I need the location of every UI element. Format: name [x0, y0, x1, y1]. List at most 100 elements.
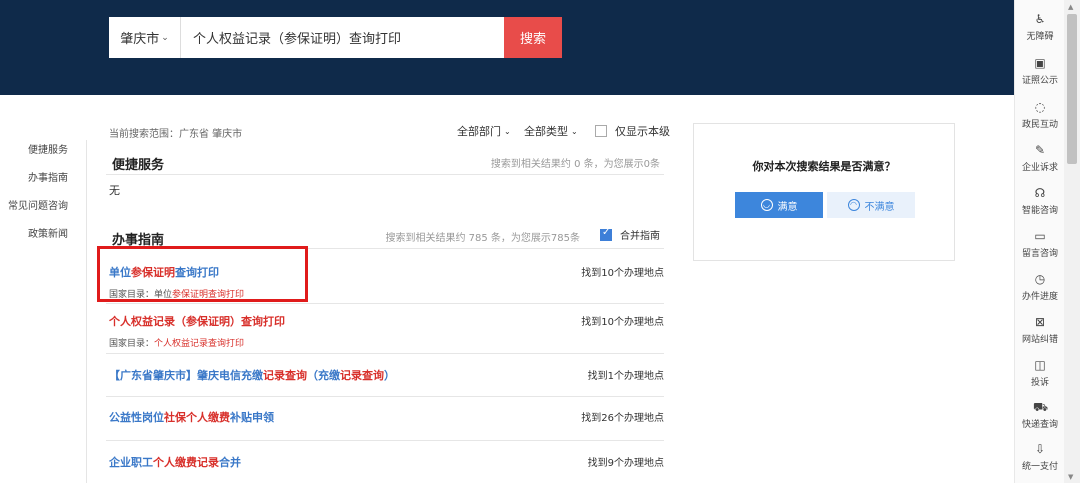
headset-icon: ☊ — [1034, 186, 1046, 200]
right-rail: ♿ 无障碍 ▣ 证照公示 ◌ 政民互动 ✎ 企业诉求 ☊ 智能咨询 ▭ 留言咨询 ◷ 办件进度… — [1014, 0, 1064, 483]
scrollbar[interactable]: ▲ ▼ — [1064, 0, 1080, 483]
catalog-highlight: 个人权益记录查询打印 — [154, 339, 245, 349]
result-title-highlight: 个人权益记录（参保证明）查询打印 — [109, 315, 285, 328]
local-only-checkbox[interactable] — [595, 125, 607, 137]
convenience-section-title: 便捷服务 — [112, 158, 165, 173]
convenience-result-count: 搜索到相关结果约 0 条，为您展示0条 — [490, 159, 660, 170]
rail-label: 网站纠错 — [1021, 335, 1058, 345]
chevron-down-icon: ⌄ — [571, 126, 578, 136]
merge-guide-checkbox[interactable] — [600, 227, 612, 241]
department-filter[interactable]: 全部部门 ⌄ — [457, 123, 511, 139]
left-nav-item-policy-news[interactable]: 政策新闻 — [0, 227, 84, 255]
guide-result-count: 搜索到相关结果约 785 条，为您展示785条 — [385, 233, 580, 244]
left-nav: 便捷服务 办事指南 常见问题咨询 政策新闻 — [0, 143, 84, 255]
rail-item-interaction[interactable]: ◌ 政民互动 — [1015, 100, 1065, 144]
rail-label: 办件进度 — [1021, 292, 1058, 302]
rail-label: 快递查询 — [1021, 420, 1058, 430]
satisfied-button[interactable]: ◡ 满意 — [735, 192, 823, 218]
pen-icon: ✎ — [1034, 143, 1046, 157]
divider — [106, 440, 664, 441]
result-locations[interactable]: 找到26个办理地点 — [581, 409, 664, 424]
unsatisfied-button[interactable]: ◠ 不满意 — [827, 192, 915, 218]
result-title[interactable]: 企业职工个人缴费记录合并 — [109, 454, 664, 470]
result-title-part: 公益性岗位 — [109, 411, 164, 424]
result-title-part: （充缴 — [307, 369, 340, 382]
result-title-highlight: 社保个人缴费 — [164, 411, 230, 424]
search-button[interactable]: 搜索 — [504, 17, 562, 58]
smile-icon: ◡ — [760, 199, 773, 211]
result-title-part: 【广东省肇庆市】肇庆电信充缴 — [109, 369, 263, 382]
scrollbar-thumb[interactable] — [1067, 14, 1077, 164]
city-selector[interactable]: 肇庆市 ⌄ — [109, 17, 181, 58]
rail-item-express[interactable]: ⛟ 快递查询 — [1015, 400, 1065, 444]
truck-icon: ⛟ — [1033, 400, 1049, 414]
left-divider — [86, 140, 87, 483]
result-title-highlight: 记录查询 — [263, 369, 307, 382]
left-nav-item-faq[interactable]: 常见问题咨询 — [0, 199, 84, 227]
department-filter-label: 全部部门 — [457, 125, 501, 138]
left-nav-item-guide[interactable]: 办事指南 — [0, 171, 84, 199]
rail-item-payment[interactable]: ⇩ 统一支付 — [1015, 442, 1065, 483]
result-locations[interactable]: 找到9个办理地点 — [588, 454, 664, 469]
result-title-part: 企业职工 — [109, 456, 153, 469]
result-title-highlight: 记录查询 — [340, 369, 384, 382]
result-title-part: 补贴申领 — [230, 411, 274, 424]
rail-label: 统一支付 — [1021, 462, 1058, 472]
divider — [106, 353, 664, 354]
local-only-toggle[interactable]: 仅显示本级 — [595, 123, 670, 139]
search-input[interactable] — [181, 18, 504, 57]
rail-item-message-consult[interactable]: ▭ 留言咨询 — [1015, 229, 1065, 273]
rail-label: 无障碍 — [1026, 32, 1054, 42]
rail-item-progress[interactable]: ◷ 办件进度 — [1015, 272, 1065, 316]
header-bar: 肇庆市 ⌄ 搜索 — [0, 0, 1014, 95]
rail-item-certificates[interactable]: ▣ 证照公示 — [1015, 56, 1065, 100]
error-report-icon: ⊠ — [1034, 315, 1046, 329]
frown-icon: ◠ — [847, 199, 860, 211]
rail-label: 智能咨询 — [1021, 206, 1058, 216]
result-locations[interactable]: 找到1个办理地点 — [588, 367, 664, 382]
divider — [106, 303, 664, 304]
divider — [106, 174, 664, 175]
scroll-up-icon[interactable]: ▲ — [1068, 3, 1073, 11]
divider — [106, 396, 664, 397]
result-item[interactable]: 个人权益记录（参保证明）查询打印 国家目录：个人权益记录查询打印 找到10个办理… — [109, 313, 664, 349]
result-item[interactable]: 【广东省肇庆市】肇庆电信充缴记录查询（充缴记录查询） 找到1个办理地点 — [109, 367, 664, 383]
rail-label: 政民互动 — [1021, 120, 1058, 130]
survey-question: 你对本次搜索结果是否满意？ — [752, 160, 896, 173]
result-locations[interactable]: 找到10个办理地点 — [581, 313, 664, 328]
rail-item-complaint[interactable]: ◫ 投诉 — [1015, 358, 1065, 402]
result-locations[interactable]: 找到10个办理地点 — [581, 264, 664, 279]
progress-icon: ◷ — [1034, 272, 1046, 286]
type-filter-label: 全部类型 — [524, 125, 568, 138]
local-only-label: 仅显示本级 — [615, 125, 670, 138]
result-item[interactable]: 公益性岗位社保个人缴费补贴申领 找到26个办理地点 — [109, 409, 664, 425]
satisfied-label: 满意 — [777, 201, 798, 213]
result-catalog: 国家目录：个人权益记录查询打印 — [109, 336, 664, 349]
rail-item-enterprise-appeal[interactable]: ✎ 企业诉求 — [1015, 143, 1065, 187]
merge-guide-label: 合并指南 — [620, 231, 660, 242]
rail-item-accessibility[interactable]: ♿ 无障碍 — [1015, 12, 1065, 56]
complaint-icon: ◫ — [1034, 358, 1046, 372]
chevron-down-icon: ⌄ — [161, 32, 169, 43]
certificate-icon: ▣ — [1034, 56, 1046, 70]
result-item[interactable]: 企业职工个人缴费记录合并 找到9个办理地点 — [109, 454, 664, 470]
rail-label: 证照公示 — [1021, 76, 1058, 86]
left-nav-item-convenience[interactable]: 便捷服务 — [0, 143, 84, 171]
convenience-empty-text: 无 — [109, 184, 120, 197]
rail-item-smart-consult[interactable]: ☊ 智能咨询 — [1015, 186, 1065, 230]
city-label: 肇庆市 — [120, 32, 160, 47]
rail-label: 留言咨询 — [1021, 249, 1058, 259]
unsatisfied-label: 不满意 — [864, 201, 895, 213]
result-title[interactable]: 【广东省肇庆市】肇庆电信充缴记录查询（充缴记录查询） — [109, 367, 664, 383]
scroll-down-icon[interactable]: ▼ — [1068, 473, 1073, 481]
search-scope: 当前搜索范围：广东省 肇庆市 — [109, 129, 243, 140]
merge-guide-toggle[interactable]: 合并指南 — [600, 227, 660, 242]
rail-label: 企业诉求 — [1021, 163, 1058, 173]
rail-item-error-report[interactable]: ⊠ 网站纠错 — [1015, 315, 1065, 359]
type-filter[interactable]: 全部类型 ⌄ — [524, 123, 578, 139]
annotation-highlight-box — [97, 246, 308, 302]
result-title-part: ） — [384, 369, 395, 382]
rail-label: 投诉 — [1030, 378, 1049, 388]
chat-icon: ◌ — [1034, 100, 1046, 114]
result-title-part: 合并 — [219, 456, 241, 469]
